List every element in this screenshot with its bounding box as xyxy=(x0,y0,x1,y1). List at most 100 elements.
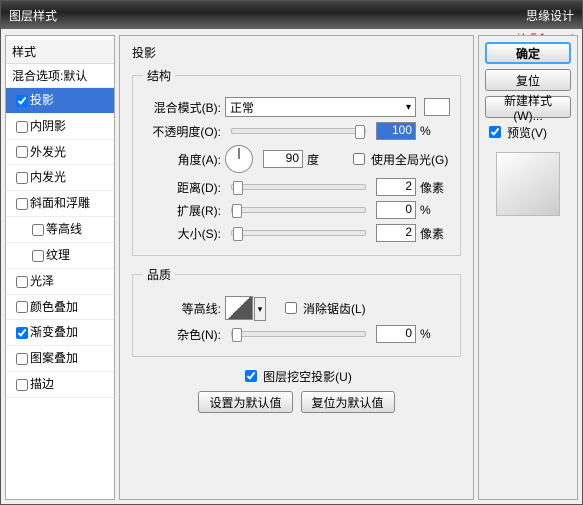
content-area: 样式 混合选项:默认 投影内阴影外发光内发光斜面和浮雕等高线纹理光泽颜色叠加渐变… xyxy=(5,35,578,500)
layer-style-dialog: 图层样式 思缘设计 www.jb51.net 样式 混合选项:默认 投影内阴影外… xyxy=(0,0,583,505)
style-item-checkbox[interactable] xyxy=(16,121,28,133)
ok-button[interactable]: 确定 xyxy=(485,42,571,64)
style-item-checkbox[interactable] xyxy=(16,276,28,288)
structure-legend: 结构 xyxy=(143,67,175,84)
style-item-3[interactable]: 内发光 xyxy=(6,165,114,191)
new-style-button[interactable]: 新建样式(W)... xyxy=(485,96,571,118)
slider-thumb[interactable] xyxy=(355,125,365,139)
slider-thumb[interactable] xyxy=(232,204,242,218)
blend-mode-label: 混合模式(B): xyxy=(143,99,221,116)
style-item-8[interactable]: 颜色叠加 xyxy=(6,295,114,321)
style-item-label: 光泽 xyxy=(30,274,54,288)
opacity-label: 不透明度(O): xyxy=(143,123,221,140)
contour-picker[interactable]: ▾ xyxy=(225,296,253,320)
distance-slider[interactable] xyxy=(231,184,366,190)
quality-legend: 品质 xyxy=(143,266,175,283)
style-item-checkbox[interactable] xyxy=(16,198,28,210)
slider-thumb[interactable] xyxy=(233,181,243,195)
style-item-6[interactable]: 纹理 xyxy=(6,243,114,269)
distance-label: 距离(D): xyxy=(143,179,221,196)
style-item-label: 外发光 xyxy=(30,145,66,159)
style-item-label: 投影 xyxy=(30,93,54,107)
style-item-checkbox[interactable] xyxy=(32,250,44,262)
style-item-label: 斜面和浮雕 xyxy=(30,196,90,210)
style-item-10[interactable]: 图案叠加 xyxy=(6,346,114,372)
spread-label: 扩展(R): xyxy=(143,202,221,219)
knockout-checkbox[interactable]: 图层挖空投影(U) xyxy=(241,367,352,385)
noise-slider[interactable] xyxy=(231,331,366,337)
opacity-unit: % xyxy=(420,124,450,138)
opacity-slider[interactable] xyxy=(231,128,366,134)
blend-options-default[interactable]: 混合选项:默认 xyxy=(6,64,114,88)
preview-input[interactable] xyxy=(489,126,501,138)
spread-input[interactable]: 0 xyxy=(376,201,416,219)
quality-group: 品质 等高线: ▾ 消除锯齿(L) 杂色(N): 0 % xyxy=(132,266,461,357)
knockout-input[interactable] xyxy=(245,370,257,382)
blend-mode-combo[interactable]: 正常 xyxy=(225,97,416,117)
use-global-light-input[interactable] xyxy=(353,153,365,165)
slider-thumb[interactable] xyxy=(233,227,243,241)
style-item-label: 描边 xyxy=(30,377,54,391)
settings-panel: 投影 结构 混合模式(B): 正常 不透明度(O): 100 % 角度(A): xyxy=(119,35,474,500)
styles-header: 样式 xyxy=(6,40,114,64)
style-item-1[interactable]: 内阴影 xyxy=(6,114,114,140)
style-item-checkbox[interactable] xyxy=(32,224,44,236)
style-item-checkbox[interactable] xyxy=(16,327,28,339)
distance-input[interactable]: 2 xyxy=(376,178,416,196)
noise-input[interactable]: 0 xyxy=(376,325,416,343)
angle-input[interactable]: 90 xyxy=(263,150,303,168)
preview-thumbnail xyxy=(496,152,560,216)
cancel-button[interactable]: 复位 xyxy=(485,69,571,91)
style-item-4[interactable]: 斜面和浮雕 xyxy=(6,191,114,217)
style-item-checkbox[interactable] xyxy=(16,379,28,391)
distance-unit: 像素 xyxy=(420,179,450,196)
noise-unit: % xyxy=(420,327,450,341)
antialias-input[interactable] xyxy=(285,302,297,314)
chevron-down-icon[interactable]: ▾ xyxy=(254,297,266,321)
shadow-color-swatch[interactable] xyxy=(424,98,450,116)
slider-thumb[interactable] xyxy=(232,328,242,342)
style-item-0[interactable]: 投影 xyxy=(6,88,114,114)
style-item-11[interactable]: 描边 xyxy=(6,372,114,398)
use-global-light-checkbox[interactable]: 使用全局光(G) xyxy=(349,150,448,168)
default-buttons-row: 设置为默认值 复位为默认值 xyxy=(132,391,461,413)
spread-unit: % xyxy=(420,203,450,217)
style-item-label: 纹理 xyxy=(46,248,70,262)
angle-dial[interactable] xyxy=(225,145,253,173)
opacity-row: 不透明度(O): 100 % xyxy=(143,122,450,140)
spread-row: 扩展(R): 0 % xyxy=(143,201,450,219)
style-item-checkbox[interactable] xyxy=(16,301,28,313)
size-row: 大小(S): 2 像素 xyxy=(143,224,450,242)
make-default-button[interactable]: 设置为默认值 xyxy=(198,391,292,413)
style-item-label: 内阴影 xyxy=(30,119,66,133)
spread-slider[interactable] xyxy=(231,207,366,213)
reset-default-button[interactable]: 复位为默认值 xyxy=(301,391,395,413)
antialias-checkbox[interactable]: 消除锯齿(L) xyxy=(281,299,366,317)
style-item-2[interactable]: 外发光 xyxy=(6,140,114,166)
style-item-label: 等高线 xyxy=(46,222,82,236)
style-item-5[interactable]: 等高线 xyxy=(6,217,114,243)
noise-row: 杂色(N): 0 % xyxy=(143,325,450,343)
style-item-9[interactable]: 渐变叠加 xyxy=(6,320,114,346)
contour-row: 等高线: ▾ 消除锯齿(L) xyxy=(143,296,450,320)
angle-unit: 度 xyxy=(307,151,337,168)
angle-label: 角度(A): xyxy=(143,151,221,168)
style-item-checkbox[interactable] xyxy=(16,353,28,365)
contour-label: 等高线: xyxy=(143,300,221,317)
window-title: 图层样式 xyxy=(9,7,57,24)
blend-mode-row: 混合模式(B): 正常 xyxy=(143,97,450,117)
size-unit: 像素 xyxy=(420,225,450,242)
size-slider[interactable] xyxy=(231,230,366,236)
style-item-checkbox[interactable] xyxy=(16,146,28,158)
angle-row: 角度(A): 90 度 使用全局光(G) xyxy=(143,145,450,173)
titlebar[interactable]: 图层样式 思缘设计 xyxy=(1,1,582,29)
action-panel: 确定 复位 新建样式(W)... 预览(V) xyxy=(478,35,578,500)
section-title: 投影 xyxy=(132,44,461,61)
style-item-checkbox[interactable] xyxy=(16,172,28,184)
preview-checkbox[interactable]: 预览(V) xyxy=(485,123,571,141)
style-item-7[interactable]: 光泽 xyxy=(6,269,114,295)
noise-label: 杂色(N): xyxy=(143,326,221,343)
opacity-input[interactable]: 100 xyxy=(376,122,416,140)
size-input[interactable]: 2 xyxy=(376,224,416,242)
style-item-checkbox[interactable] xyxy=(16,95,28,107)
